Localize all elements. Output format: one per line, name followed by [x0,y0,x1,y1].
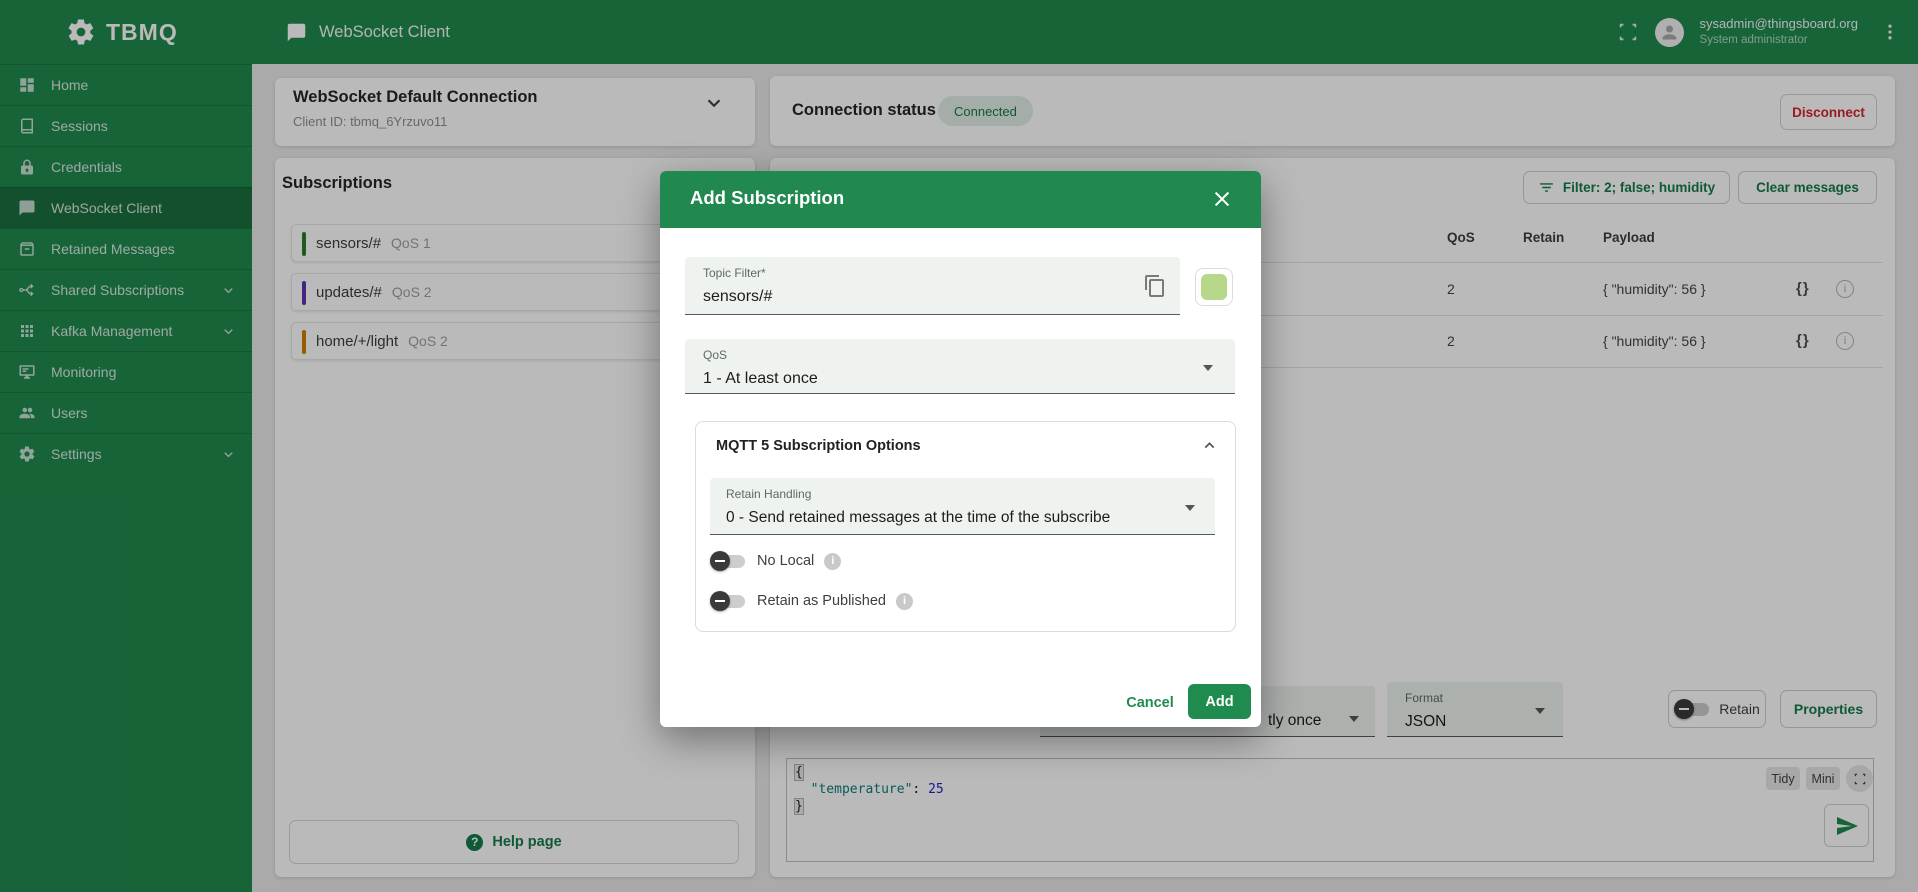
cancel-button[interactable]: Cancel [1115,687,1185,719]
chevron-up-icon[interactable] [1201,437,1218,454]
chevron-down-icon [1185,505,1195,511]
add-button[interactable]: Add [1188,684,1251,719]
topic-filter-value: sensors/# [703,288,772,306]
dialog-title: Add Subscription [690,187,844,209]
mqtt5-options-card: MQTT 5 Subscription Options Retain Handl… [695,421,1236,632]
topic-color-picker[interactable] [1195,268,1233,306]
retain-as-published-toggle[interactable] [710,591,747,611]
retain-handling-value: 0 - Send retained messages at the time o… [726,509,1110,527]
retain-handling-label: Retain Handling [726,487,811,501]
info-icon[interactable]: i [896,593,913,610]
topic-filter-field[interactable]: Topic Filter* sensors/# [685,257,1180,315]
chevron-down-icon [1203,365,1213,371]
retain-as-published-row: Retain as Published i [710,591,913,611]
no-local-row: No Local i [710,551,841,571]
topic-color-swatch [1201,274,1227,300]
no-local-toggle[interactable] [710,551,747,571]
retain-handling-select[interactable]: Retain Handling 0 - Send retained messag… [710,478,1215,535]
qos-value: 1 - At least once [703,370,818,388]
toggle-thumb [710,591,730,611]
copy-icon[interactable] [1143,274,1167,298]
topic-filter-label: Topic Filter* [703,266,766,280]
mqtt5-options-title: MQTT 5 Subscription Options [716,438,921,454]
qos-select[interactable]: QoS 1 - At least once [685,339,1235,394]
toggle-thumb [710,551,730,571]
app-root: TBMQ WebSocket Client sysadmin@thingsboa… [0,0,1918,892]
add-subscription-dialog: Add Subscription Topic Filter* sensors/#… [660,171,1261,727]
info-icon[interactable]: i [824,553,841,570]
no-local-label: No Local [757,553,814,569]
qos-label: QoS [703,348,727,362]
retain-as-published-label: Retain as Published [757,593,886,609]
close-icon[interactable] [1211,188,1233,210]
